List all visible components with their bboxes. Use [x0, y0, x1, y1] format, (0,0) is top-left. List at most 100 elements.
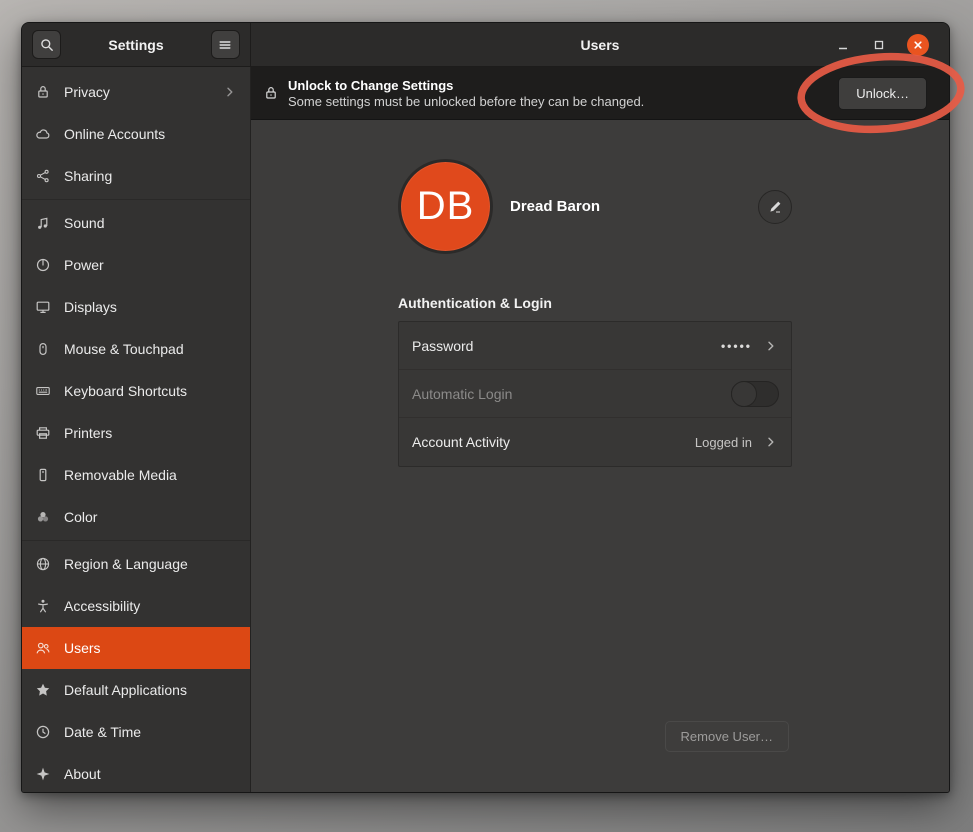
mouse-icon	[35, 341, 51, 357]
search-button[interactable]	[32, 30, 61, 59]
display-icon	[35, 299, 51, 315]
close-icon	[910, 37, 926, 53]
edit-name-button[interactable]	[758, 190, 792, 224]
sidebar-title: Settings	[108, 37, 163, 53]
sidebar-item-label: Mouse & Touchpad	[64, 341, 184, 357]
printer-icon	[35, 425, 51, 441]
accessibility-icon	[35, 598, 51, 614]
globe-icon	[35, 556, 51, 572]
sidebar-item-label: Displays	[64, 299, 117, 315]
sidebar-item-users[interactable]: Users	[22, 627, 250, 669]
sidebar-item-label: Power	[64, 257, 104, 273]
sidebar-item-default-applications[interactable]: Default Applications	[22, 669, 250, 711]
sidebar-item-mouse-touchpad[interactable]: Mouse & Touchpad	[22, 328, 250, 370]
auth-login-card: Password•••••Automatic LoginAccount Acti…	[398, 321, 792, 467]
section-heading: Authentication & Login	[398, 295, 792, 311]
sidebar-item-label: Users	[64, 640, 101, 656]
row-value: Logged in	[695, 435, 752, 450]
hamburger-icon	[217, 37, 233, 53]
chevron-right-icon	[763, 434, 779, 450]
banner-subtitle: Some settings must be unlocked before th…	[288, 94, 644, 109]
sidebar-item-label: Accessibility	[64, 598, 140, 614]
sidebar: Privacy Online Accounts Sharing Sound Power D…	[22, 67, 251, 792]
desktop-backdrop: Settings Users	[0, 0, 973, 832]
clock-icon	[35, 724, 51, 740]
sidebar-item-label: Keyboard Shortcuts	[64, 383, 187, 399]
maximize-icon	[871, 37, 887, 53]
toggle-knob	[731, 381, 757, 407]
row-automatic-login: Automatic Login	[399, 370, 791, 418]
sidebar-item-color[interactable]: Color	[22, 496, 250, 538]
sidebar-item-keyboard-shortcuts[interactable]: Keyboard Shortcuts	[22, 370, 250, 412]
sidebar-item-removable-media[interactable]: Removable Media	[22, 454, 250, 496]
power-icon	[35, 257, 51, 273]
sidebar-item-online-accounts[interactable]: Online Accounts	[22, 113, 250, 155]
sidebar-item-label: Privacy	[64, 84, 110, 100]
minimize-icon	[835, 37, 851, 53]
lock-icon	[35, 84, 51, 100]
menu-button[interactable]	[211, 30, 240, 59]
close-button[interactable]	[907, 34, 929, 56]
automatic-login-toggle	[731, 381, 779, 407]
content-pane: Unlock to Change Settings Some settings …	[251, 67, 949, 792]
users-icon	[35, 640, 51, 656]
window-controls	[835, 23, 929, 66]
share-icon	[35, 168, 51, 184]
sidebar-item-label: Region & Language	[64, 556, 188, 572]
sidebar-item-about[interactable]: About	[22, 753, 250, 792]
avatar[interactable]: DB	[398, 159, 493, 254]
sidebar-item-label: Color	[64, 509, 97, 525]
sidebar-item-label: Printers	[64, 425, 112, 441]
sidebar-item-label: Default Applications	[64, 682, 187, 698]
row-password[interactable]: Password •••••	[399, 322, 791, 370]
sidebar-item-label: About	[64, 766, 101, 782]
row-label: Account Activity	[412, 434, 510, 450]
user-settings-column: DB Dread Baron Authentication & Login Pa…	[398, 159, 792, 467]
page-title: Users	[581, 37, 620, 53]
unlock-button[interactable]: Unlock…	[838, 77, 927, 110]
row-label: Password	[412, 338, 473, 354]
lock-icon	[263, 85, 279, 101]
sidebar-item-label: Sound	[64, 215, 104, 231]
color-circles-icon	[35, 509, 51, 525]
sidebar-item-privacy[interactable]: Privacy	[22, 71, 250, 113]
settings-window: Settings Users	[21, 22, 950, 793]
headerbar: Settings Users	[22, 23, 949, 67]
minimize-button[interactable]	[835, 37, 851, 53]
sidebar-item-region-language[interactable]: Region & Language	[22, 543, 250, 585]
sidebar-item-displays[interactable]: Displays	[22, 286, 250, 328]
sidebar-item-sharing[interactable]: Sharing	[22, 155, 250, 197]
sidebar-item-date-time[interactable]: Date & Time	[22, 711, 250, 753]
sidebar-separator	[22, 540, 250, 541]
music-note-icon	[35, 215, 51, 231]
sidebar-item-label: Removable Media	[64, 467, 177, 483]
sidebar-item-label: Date & Time	[64, 724, 141, 740]
star-icon	[35, 682, 51, 698]
sparkle-icon	[35, 766, 51, 782]
sidebar-item-accessibility[interactable]: Accessibility	[22, 585, 250, 627]
keyboard-icon	[35, 383, 51, 399]
sidebar-item-label: Online Accounts	[64, 126, 165, 142]
maximize-button[interactable]	[871, 37, 887, 53]
main-headerbar: Users	[251, 23, 949, 66]
sidebar-item-sound[interactable]: Sound	[22, 202, 250, 244]
sidebar-item-power[interactable]: Power	[22, 244, 250, 286]
window-body: Privacy Online Accounts Sharing Sound Power D…	[22, 67, 949, 792]
sidebar-separator	[22, 199, 250, 200]
row-account-activity[interactable]: Account Activity Logged in	[399, 418, 791, 466]
banner-texts: Unlock to Change Settings Some settings …	[288, 78, 644, 109]
users-panel: DB Dread Baron Authentication & Login Pa…	[251, 120, 949, 792]
user-name: Dread Baron	[510, 198, 600, 215]
chevron-right-icon	[763, 338, 779, 354]
chevron-right-icon	[222, 84, 238, 100]
cloud-icon	[35, 126, 51, 142]
banner-title: Unlock to Change Settings	[288, 78, 644, 93]
removable-media-icon	[35, 467, 51, 483]
remove-user-button[interactable]: Remove User…	[665, 721, 789, 752]
user-header: DB Dread Baron	[398, 159, 792, 254]
unlock-banner: Unlock to Change Settings Some settings …	[251, 67, 949, 120]
row-value: •••••	[721, 339, 752, 353]
sidebar-headerbar: Settings	[22, 23, 251, 66]
sidebar-item-printers[interactable]: Printers	[22, 412, 250, 454]
sidebar-item-label: Sharing	[64, 168, 112, 184]
